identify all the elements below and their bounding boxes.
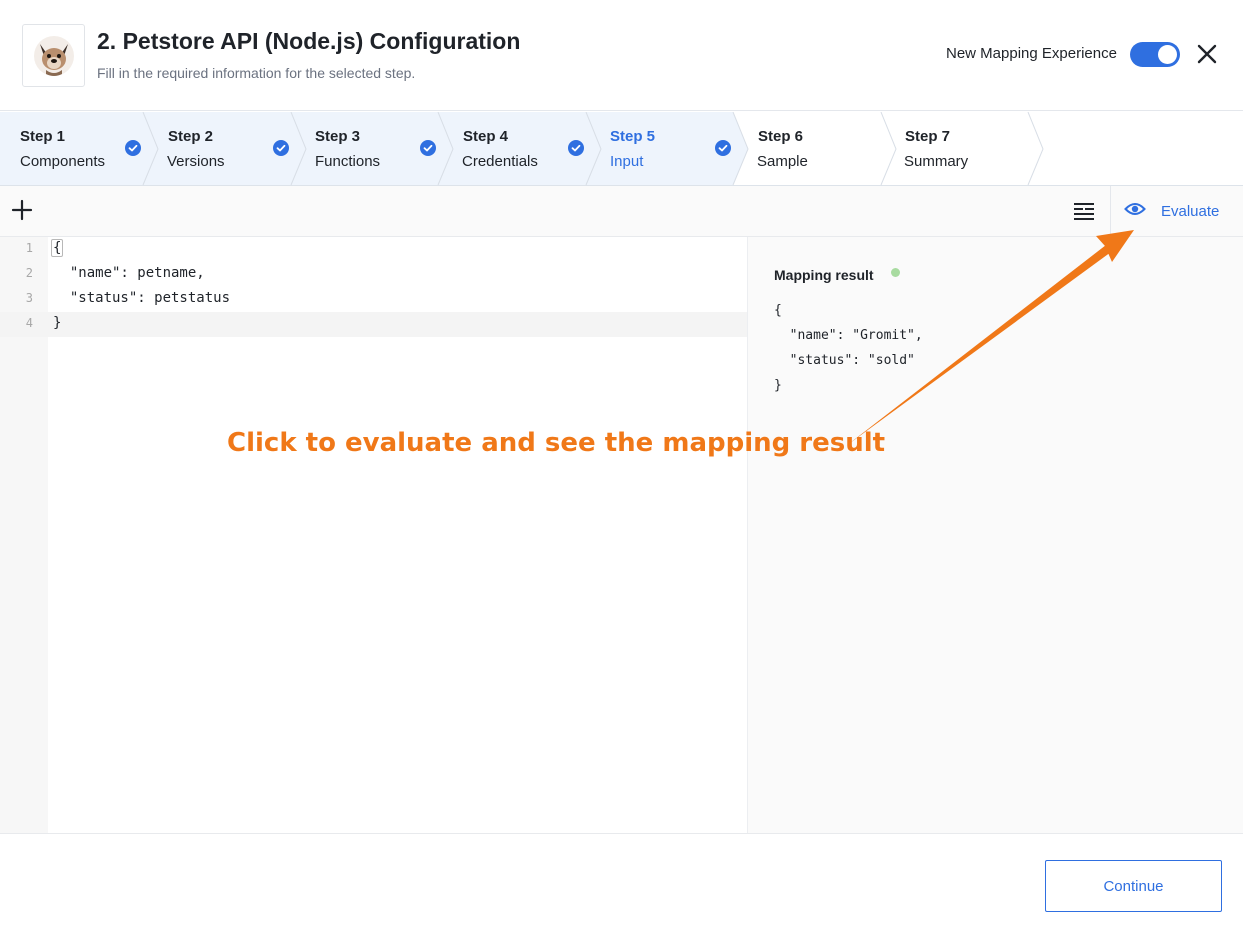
mapping-result-panel: Mapping result { "name": "Gromit", "stat… [747,237,1243,833]
eye-icon [1124,201,1146,222]
result-line: "status": "sold" [774,353,915,368]
step-number: Step 7 [905,128,951,145]
editor-toolbar: Evaluate [0,186,1243,237]
step-number: Step 5 [610,128,656,145]
check-circle-icon [125,140,141,156]
result-line: { [774,303,782,318]
code-line: 1 { [0,237,747,262]
mapping-editor[interactable]: 1 { 2 "name": petname, 3 "status": petst… [0,237,747,833]
evaluate-label: Evaluate [1161,202,1220,220]
dog-avatar-icon [22,24,85,87]
step-2[interactable]: Step 2 Versions [143,112,291,186]
result-line: } [774,378,782,393]
line-number: 4 [25,316,33,330]
code-text: "status": petstatus [53,290,231,306]
code-line-current: 4 } [0,312,747,337]
step-name: Sample [757,153,808,170]
check-circle-icon [568,140,584,156]
step-number: Step 1 [20,128,66,145]
step-number: Step 4 [463,128,509,145]
close-icon[interactable] [1194,41,1220,67]
evaluate-button[interactable]: Evaluate [1124,199,1219,223]
line-number: 2 [25,266,33,280]
page-subtitle: Fill in the required information for the… [97,65,416,81]
step-5[interactable]: Step 5 Input [586,112,733,186]
code-text: } [53,315,62,331]
annotation-text: Click to evaluate and see the mapping re… [227,428,886,458]
step-4[interactable]: Step 4 Credentials [438,112,586,186]
format-lines-icon[interactable] [1073,200,1095,222]
step-1[interactable]: Step 1 Components [0,112,143,186]
step-7[interactable]: Step 7 Summary [881,112,1028,186]
page-title: 2. Petstore API (Node.js) Configuration [97,28,521,54]
toggle-label: New Mapping Experience [946,45,1117,62]
step-3[interactable]: Step 3 Functions [291,112,438,186]
dialog-footer: Continue [0,833,1243,932]
toolbar-divider [1110,186,1111,236]
step-name: Functions [315,153,381,170]
status-dot-icon [891,268,900,277]
check-circle-icon [715,140,731,156]
step-name: Input [610,153,644,170]
code-text: { [51,239,64,257]
dialog-header: 2. Petstore API (Node.js) Configuration … [0,0,1243,111]
step-number: Step 2 [168,128,214,145]
step-name: Versions [167,153,225,170]
step-name: Components [20,153,106,170]
matched-brace: { [51,239,64,257]
check-circle-icon [420,140,436,156]
continue-button[interactable]: Continue [1045,860,1222,912]
step-number: Step 3 [315,128,361,145]
toggle-knob [1158,45,1177,64]
code-line: 3 "status": petstatus [0,287,747,312]
mapping-result-title: Mapping result [774,267,874,283]
stepper: Step 1 Components Step 2 Versions Step 3… [0,112,1243,186]
code-line: 2 "name": petname, [0,262,747,287]
step-number: Step 6 [758,128,804,145]
check-circle-icon [273,140,289,156]
result-line: "name": "Gromit", [774,328,923,343]
code-text: "name": petname, [53,265,205,281]
step-name: Credentials [462,153,538,170]
line-number: 1 [25,241,33,255]
new-mapping-experience-toggle[interactable] [1130,42,1180,67]
plus-icon[interactable] [10,198,34,222]
step-name: Summary [904,153,969,170]
step-6[interactable]: Step 6 Sample [733,112,881,186]
line-number: 3 [25,291,33,305]
configuration-dialog: 2. Petstore API (Node.js) Configuration … [0,0,1243,932]
